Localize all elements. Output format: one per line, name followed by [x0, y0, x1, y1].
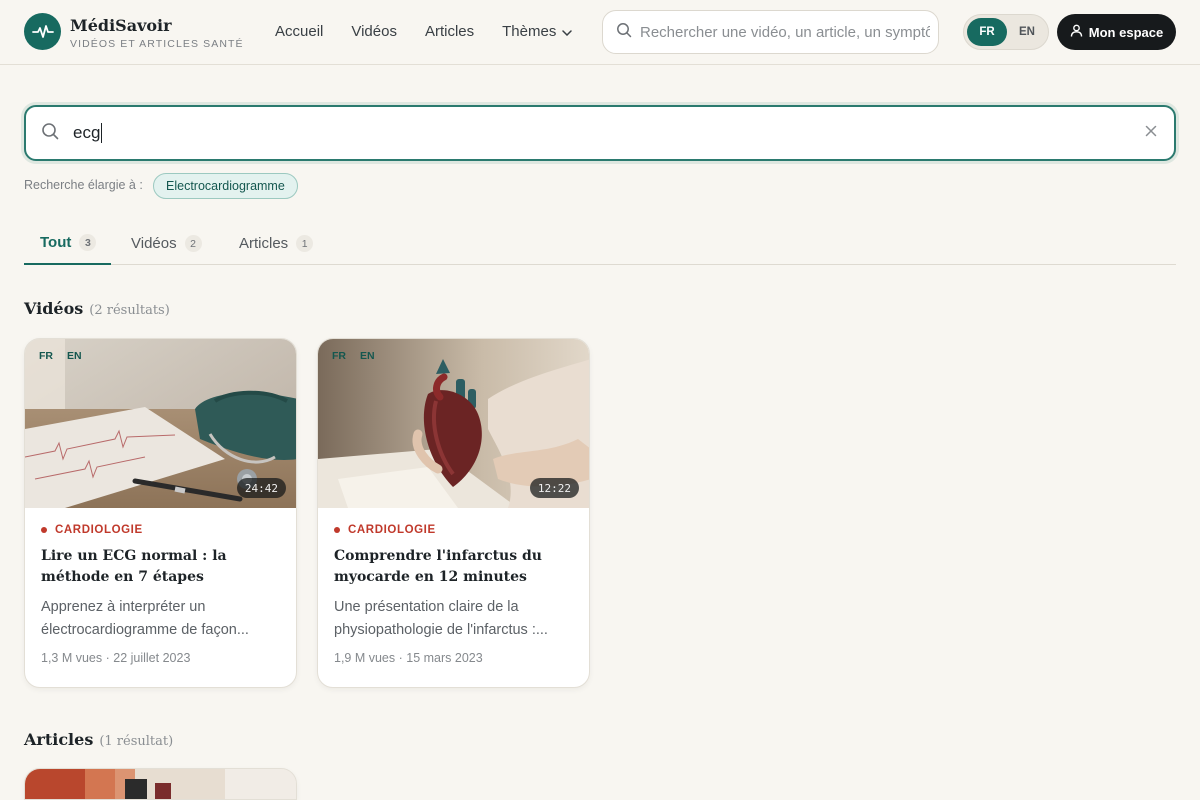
video-title[interactable]: Comprendre l'infarctus du myocarde en 12…	[334, 546, 573, 588]
section-result-count: (1 résultat)	[99, 734, 174, 749]
header-search-input[interactable]	[640, 23, 930, 41]
video-meta: 1,3 M vues · 22 juillet 2023	[41, 651, 191, 665]
text-caret	[101, 123, 103, 143]
category-dot	[41, 527, 47, 533]
category-text: CARDIOLOGIE	[348, 524, 436, 536]
result-tabs: Tout 3 Vidéos 2 Articles 1	[24, 222, 1176, 265]
search-query-text[interactable]: ecg	[73, 123, 100, 143]
tab-count-badge: 1	[296, 235, 314, 252]
nav-videos[interactable]: Vidéos	[351, 23, 397, 40]
video-thumbnail[interactable]: FR EN 12:22	[318, 339, 589, 508]
tab-videos[interactable]: Vidéos 2	[131, 222, 202, 265]
main-search-box[interactable]: ecg	[24, 105, 1176, 161]
lang-fr-button[interactable]: FR	[967, 18, 1007, 46]
nav-label: Thèmes	[502, 23, 557, 40]
video-duration: 24:42	[236, 478, 286, 498]
category-text: CARDIOLOGIE	[55, 524, 143, 536]
pulse-logo-icon[interactable]	[24, 13, 61, 50]
search-icon	[41, 122, 59, 145]
available-languages: FR EN	[332, 350, 375, 362]
lang-tag: EN	[67, 350, 82, 362]
tab-articles[interactable]: Articles 1	[239, 222, 314, 265]
category-dot	[334, 527, 340, 533]
available-languages: FR EN	[39, 350, 82, 362]
nav-accueil[interactable]: Accueil	[275, 23, 323, 40]
nav-label: Accueil	[275, 23, 324, 40]
section-result-count: (2 résultats)	[89, 303, 170, 318]
category-label: CARDIOLOGIE	[41, 524, 280, 536]
video-card[interactable]: FR EN 12:22 CARDIOLOGIE Comprendre l'inf…	[317, 338, 590, 688]
tab-label: Tout	[40, 234, 72, 251]
lang-tag: FR	[332, 350, 346, 362]
category-label: CARDIOLOGIE	[334, 524, 573, 536]
brand-tagline: VIDÉOS ET ARTICLES SANTÉ	[70, 38, 244, 50]
article-card[interactable]	[24, 768, 297, 800]
brand-name[interactable]: MédiSavoir	[70, 16, 172, 35]
nav-articles[interactable]: Articles	[425, 23, 474, 40]
nav-label: Vidéos	[351, 23, 397, 40]
search-icon	[616, 22, 632, 43]
articles-section-title: Articles (1 résultat)	[24, 730, 173, 749]
site-header: MédiSavoir VIDÉOS ET ARTICLES SANTÉ Accu…	[0, 0, 1200, 65]
lang-tag: EN	[360, 350, 375, 362]
clear-search-icon[interactable]	[1144, 124, 1158, 143]
video-description: Une présentation claire de la physiopath…	[334, 599, 548, 638]
section-title-text: Articles	[24, 730, 94, 749]
tab-count-badge: 3	[79, 234, 97, 251]
video-thumbnail[interactable]: FR EN 24:42	[25, 339, 296, 508]
tab-label: Vidéos	[131, 235, 177, 252]
video-description: Apprenez à interpréter un électrocardiog…	[41, 599, 249, 638]
account-label: Mon espace	[1088, 24, 1164, 40]
nav-themes-dropdown[interactable]: Thèmes	[502, 23, 573, 40]
lang-en-button[interactable]: EN	[1007, 18, 1047, 46]
video-meta: 1,9 M vues · 15 mars 2023	[334, 651, 483, 665]
videos-section-title: Vidéos (2 résultats)	[24, 299, 170, 318]
tab-count-badge: 2	[184, 235, 202, 252]
nav-label: Articles	[424, 23, 475, 40]
tab-label: Articles	[239, 235, 289, 252]
expanded-term-chip[interactable]: Electrocardiogramme	[153, 173, 298, 199]
video-card[interactable]: FR EN 24:42 CARDIOLOGIE Lire un ECG norm…	[24, 338, 297, 688]
account-button[interactable]: Mon espace	[1057, 14, 1176, 50]
tab-all[interactable]: Tout 3	[24, 222, 111, 265]
expanded-search-label: Recherche élargie à :	[24, 178, 143, 192]
user-icon	[1070, 24, 1083, 40]
video-title[interactable]: Lire un ECG normal : la méthode en 7 éta…	[41, 546, 280, 588]
header-search[interactable]	[602, 10, 939, 54]
main-nav: Accueil Vidéos Articles Thèmes	[275, 23, 600, 40]
language-switch: FR EN	[963, 14, 1049, 50]
article-thumbnail-image	[25, 769, 296, 799]
section-title-text: Vidéos	[24, 299, 84, 318]
lang-tag: FR	[39, 350, 53, 362]
chevron-down-icon	[562, 23, 573, 40]
video-duration: 12:22	[529, 478, 579, 498]
